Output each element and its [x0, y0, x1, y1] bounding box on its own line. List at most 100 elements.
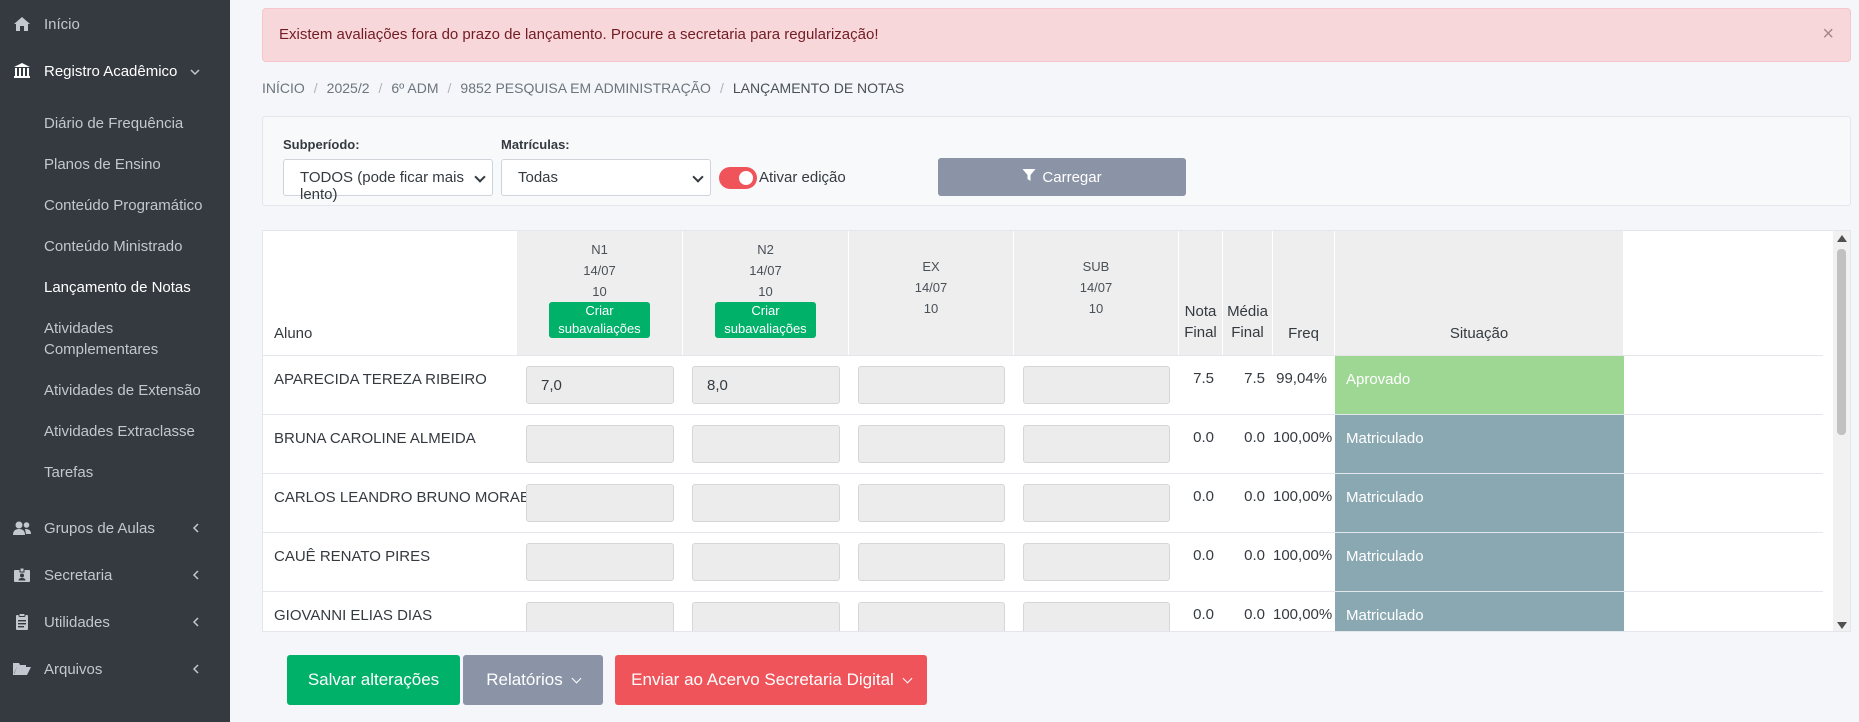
breadcrumb-separator: /: [378, 80, 383, 96]
scrollbar-thumb[interactable]: [1837, 249, 1846, 435]
subperiodo-select[interactable]: TODOS (pode ficar mais lento): [283, 159, 493, 203]
grade-sub-input[interactable]: [1023, 543, 1170, 581]
subitem-atividades-extensao[interactable]: Atividades de Extensão: [44, 380, 224, 401]
grade-ex-input[interactable]: [858, 366, 1005, 404]
eval-ex-info: EX 14/07 10: [849, 256, 1013, 319]
header-situacao-label: Situação: [1449, 325, 1509, 342]
scroll-up-arrow-icon[interactable]: [1837, 235, 1847, 242]
create-subevaluations-button[interactable]: Criar subavaliações: [549, 302, 650, 338]
nav-item-label: Início: [44, 15, 80, 33]
header-sub: SUB 14/07 10: [1014, 231, 1179, 355]
chevron-down-icon: [190, 64, 200, 79]
header-freq-label: Freq: [1288, 325, 1319, 342]
grade-ex-input[interactable]: [858, 543, 1005, 581]
grade-ex-input[interactable]: [858, 425, 1005, 463]
media-final: 0.0: [1244, 606, 1265, 623]
load-button[interactable]: Carregar: [938, 158, 1186, 196]
clipboard-icon: [12, 613, 32, 631]
close-icon[interactable]: ×: [1822, 24, 1834, 44]
create-subevaluations-button[interactable]: Criar subavaliações: [715, 302, 816, 338]
header-nota-final-label: Nota Final: [1179, 301, 1222, 343]
subitem-planos-ensino[interactable]: Planos de Ensino: [44, 154, 224, 175]
student-name: GIOVANNI ELIAS DIAS: [274, 607, 433, 624]
table-row: CARLOS LEANDRO BRUNO MORAES 0.0 0.0 100,…: [263, 473, 1823, 533]
header-media-final-label: Média Final: [1223, 301, 1272, 343]
media-final: 0.0: [1244, 488, 1265, 505]
button-line: subavaliações: [558, 321, 641, 336]
load-button-label: Carregar: [1042, 168, 1102, 186]
status-badge: Matriculado: [1335, 415, 1624, 474]
header-media-final: Média Final: [1223, 231, 1273, 355]
edit-toggle-label: Ativar edição: [759, 169, 846, 186]
student-name: BRUNA CAROLINE ALMEIDA: [274, 430, 476, 447]
breadcrumb: INÍCIO / 2025/2 / 6º ADM / 9852 PESQUISA…: [262, 80, 904, 96]
folder-open-icon: [12, 660, 32, 678]
header-ex: EX 14/07 10: [849, 231, 1014, 355]
grade-n1-input[interactable]: [526, 484, 674, 522]
header-n2: N2 14/07 10 Criar subavaliações: [683, 231, 849, 355]
nav-item-grupos-aulas[interactable]: Grupos de Aulas: [0, 518, 230, 538]
eval-name: EX: [922, 259, 940, 274]
breadcrumb-separator: /: [447, 80, 452, 96]
subitem-diario-frequencia[interactable]: Diário de Frequência: [44, 113, 224, 134]
subitem-atividades-extraclasse[interactable]: Atividades Extraclasse: [44, 421, 224, 442]
grade-n2-input[interactable]: 8,0: [692, 366, 840, 404]
nav-item-utilidades[interactable]: Utilidades: [0, 612, 230, 632]
breadcrumb-inicio[interactable]: INÍCIO: [262, 80, 305, 96]
alert-late-evaluations: Existem avaliações fora do prazo de lanç…: [262, 8, 1851, 62]
grade-n2-input[interactable]: [692, 484, 840, 522]
status-badge: Matriculado: [1335, 533, 1624, 592]
edit-toggle[interactable]: [719, 167, 757, 189]
header-n1: N1 14/07 10 Criar subavaliações: [517, 231, 683, 355]
grade-sub-input[interactable]: [1023, 602, 1170, 631]
scroll-down-arrow-icon[interactable]: [1837, 622, 1847, 629]
alert-text: Existem avaliações fora do prazo de lanç…: [279, 26, 879, 43]
nav-item-secretaria[interactable]: Secretaria: [0, 565, 230, 585]
grade-n1-input[interactable]: [526, 602, 674, 631]
nav-item-registro-academico[interactable]: Registro Acadêmico: [0, 61, 230, 81]
grade-n2-input[interactable]: [692, 543, 840, 581]
eval-weight: 10: [758, 284, 773, 299]
button-line: subavaliações: [724, 321, 807, 336]
grade-n2-input[interactable]: [692, 425, 840, 463]
grade-n1-input[interactable]: 7,0: [526, 366, 674, 404]
save-changes-button[interactable]: Salvar alterações: [287, 655, 460, 705]
eval-date: 14/07: [1079, 280, 1113, 295]
grade-n1-input[interactable]: [526, 543, 674, 581]
institution-icon: [12, 62, 32, 80]
grade-n1-input[interactable]: [526, 425, 674, 463]
chevron-left-icon: [192, 615, 200, 630]
breadcrumb-course[interactable]: 9852 PESQUISA EM ADMINISTRAÇÃO: [460, 80, 711, 96]
send-to-archive-button[interactable]: Enviar ao Acervo Secretaria Digital: [615, 655, 927, 705]
grade-sub-input[interactable]: [1023, 425, 1170, 463]
grade-ex-input[interactable]: [858, 484, 1005, 522]
reports-button[interactable]: Relatórios: [463, 655, 603, 705]
grade-sub-input[interactable]: [1023, 484, 1170, 522]
nav-item-inicio[interactable]: Início: [0, 14, 230, 34]
freq: 100,00%: [1273, 488, 1333, 505]
status-badge: Matriculado: [1335, 592, 1624, 631]
subitem-conteudo-programatico[interactable]: Conteúdo Programático: [44, 195, 224, 216]
freq: 99,04%: [1276, 370, 1327, 387]
eval-date: 14/07: [583, 263, 616, 278]
media-final: 0.0: [1244, 429, 1265, 446]
nav-item-arquivos[interactable]: Arquivos: [0, 659, 230, 679]
header-line: Nota: [1184, 303, 1217, 320]
breadcrumb-class[interactable]: 6º ADM: [391, 80, 438, 96]
student-name: CAUÊ RENATO PIRES: [274, 548, 431, 565]
eval-n2-info: N2 14/07 10 Criar subavaliações: [683, 239, 848, 339]
grade-ex-input[interactable]: [858, 602, 1005, 631]
subitem-conteudo-ministrado[interactable]: Conteúdo Ministrado: [44, 236, 224, 257]
toggle-knob: [739, 171, 753, 185]
breadcrumb-period[interactable]: 2025/2: [327, 80, 370, 96]
chevron-left-icon: [192, 521, 200, 536]
subitem-atividades-complementares[interactable]: Atividades Complementares: [44, 318, 194, 360]
subitem-tarefas[interactable]: Tarefas: [44, 462, 224, 483]
grade-n2-input[interactable]: [692, 602, 840, 631]
nav-item-label: Registro Acadêmico: [44, 62, 178, 80]
grade-sub-input[interactable]: [1023, 366, 1170, 404]
table-scrollbar[interactable]: [1833, 231, 1850, 631]
matriculas-select[interactable]: Todas: [501, 159, 711, 196]
subitem-lancamento-notas[interactable]: Lançamento de Notas: [44, 277, 224, 298]
table-row: BRUNA CAROLINE ALMEIDA 0.0 0.0 100,00% M…: [263, 414, 1823, 474]
